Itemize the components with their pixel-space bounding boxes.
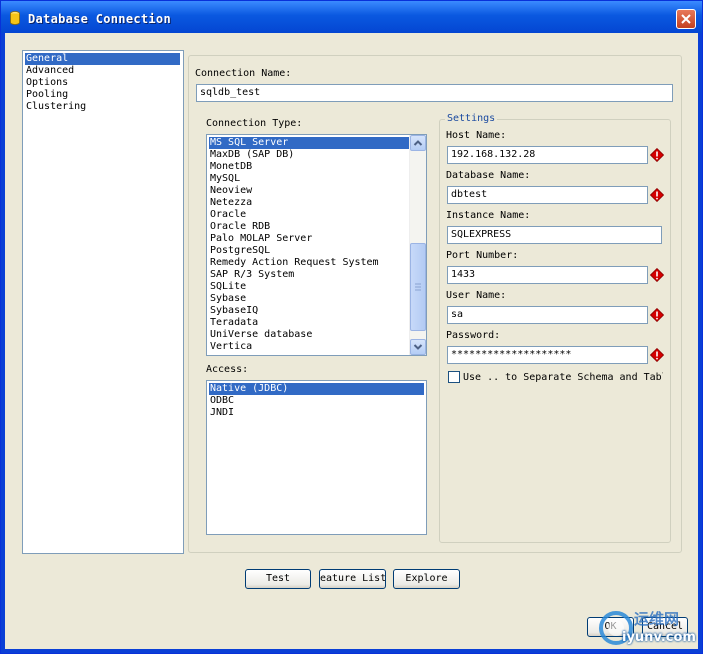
- scroll-down-button[interactable]: [410, 339, 426, 355]
- access-option-jndi[interactable]: JNDI: [209, 407, 235, 419]
- connection-type-option[interactable]: Oracle: [209, 209, 247, 221]
- access-label: Access:: [206, 364, 249, 375]
- connection-name-label: Connection Name:: [195, 68, 292, 79]
- feature-list-button[interactable]: eature List: [319, 569, 386, 589]
- nav-item-general[interactable]: General: [25, 53, 180, 65]
- user-name-input[interactable]: sa: [447, 306, 648, 324]
- connection-type-option[interactable]: MaxDB (SAP DB): [209, 149, 295, 161]
- connection-type-option[interactable]: Palo MOLAP Server: [209, 233, 313, 245]
- access-list[interactable]: Native (JDBC) ODBC JNDI: [206, 380, 427, 535]
- site-watermark: 运维网 iyunv.com: [598, 606, 698, 652]
- access-option-native-jdbc[interactable]: Native (JDBC): [209, 383, 424, 395]
- category-list[interactable]: General Advanced Options Pooling Cluster…: [22, 50, 184, 554]
- title-bar[interactable]: Database Connection: [1, 1, 702, 33]
- connection-type-option[interactable]: SQLite: [209, 281, 247, 293]
- connection-type-label: Connection Type:: [206, 118, 303, 129]
- nav-item-clustering[interactable]: Clustering: [25, 101, 87, 113]
- connection-type-option[interactable]: SAP R/3 System: [209, 269, 295, 281]
- settings-group: Settings Host Name: 192.168.132.28 Datab…: [439, 113, 671, 543]
- connection-name-input[interactable]: sqldb_test: [196, 84, 673, 102]
- connection-type-option[interactable]: MonetDB: [209, 161, 253, 173]
- port-number-label: Port Number:: [446, 250, 519, 261]
- database-name-input[interactable]: dbtest: [447, 186, 648, 204]
- explore-button[interactable]: Explore: [393, 569, 460, 589]
- connection-type-scrollbar[interactable]: [409, 135, 426, 355]
- user-name-label: User Name:: [446, 290, 507, 301]
- settings-group-title: Settings: [445, 113, 498, 124]
- window-title: Database Connection: [28, 12, 171, 26]
- port-number-input[interactable]: 1433: [447, 266, 648, 284]
- connection-type-option[interactable]: Remedy Action Request System: [209, 257, 380, 269]
- test-button[interactable]: Test: [245, 569, 311, 589]
- nav-item-options[interactable]: Options: [25, 77, 69, 89]
- connection-type-option[interactable]: SybaseIQ: [209, 305, 259, 317]
- connection-type-option[interactable]: Vertica: [209, 341, 253, 353]
- connection-type-option[interactable]: PostgreSQL: [209, 245, 271, 257]
- database-icon: [10, 11, 20, 25]
- connection-type-option[interactable]: Neoview: [209, 185, 253, 197]
- grip-icon: [415, 283, 421, 291]
- watermark-text: 运维网: [634, 610, 680, 628]
- required-field-icon: [650, 188, 664, 202]
- chevron-down-icon: [413, 344, 423, 350]
- nav-item-advanced[interactable]: Advanced: [25, 65, 75, 77]
- separate-schema-label: Use .. to Separate Schema and Tabl: [463, 372, 663, 383]
- scroll-thumb[interactable]: [410, 243, 426, 331]
- required-field-icon: [650, 148, 664, 162]
- access-option-odbc[interactable]: ODBC: [209, 395, 235, 407]
- database-name-label: Database Name:: [446, 170, 531, 181]
- chevron-up-icon: [413, 140, 423, 146]
- watermark-url: iyunv.com: [622, 630, 696, 645]
- required-field-icon: [650, 268, 664, 282]
- connection-type-option[interactable]: MySQL: [209, 173, 241, 185]
- close-button[interactable]: [676, 9, 696, 29]
- required-field-icon: [650, 348, 664, 362]
- instance-name-input[interactable]: SQLEXPRESS: [447, 226, 662, 244]
- host-name-input[interactable]: 192.168.132.28: [447, 146, 648, 164]
- password-label: Password:: [446, 330, 501, 341]
- instance-name-label: Instance Name:: [446, 210, 531, 221]
- close-icon: [681, 14, 691, 24]
- database-connection-window: Database Connection General Advanced Opt…: [0, 0, 703, 654]
- required-field-icon: [650, 308, 664, 322]
- connection-type-option[interactable]: Netezza: [209, 197, 253, 209]
- dialog-body: General Advanced Options Pooling Cluster…: [5, 33, 698, 649]
- connection-type-option[interactable]: MS SQL Server: [209, 137, 409, 149]
- connection-type-option[interactable]: Teradata: [209, 317, 259, 329]
- connection-type-option[interactable]: Sybase: [209, 293, 247, 305]
- connection-type-option[interactable]: Oracle RDB: [209, 221, 271, 233]
- nav-item-pooling[interactable]: Pooling: [25, 89, 69, 101]
- scroll-up-button[interactable]: [410, 135, 426, 151]
- separate-schema-checkbox[interactable]: [448, 371, 460, 383]
- host-name-label: Host Name:: [446, 130, 507, 141]
- connection-type-list[interactable]: MS SQL Server MaxDB (SAP DB) MonetDB MySQL N…: [206, 134, 427, 356]
- general-panel: Connection Name: sqldb_test Connection T…: [188, 55, 682, 553]
- connection-type-option[interactable]: UniVerse database: [209, 329, 313, 341]
- password-input[interactable]: ********************: [447, 346, 648, 364]
